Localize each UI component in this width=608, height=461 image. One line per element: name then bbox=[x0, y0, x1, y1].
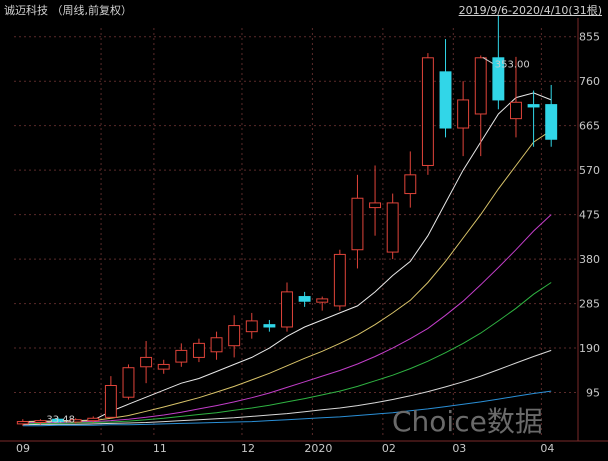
candle-up[interactable] bbox=[281, 291, 293, 328]
y-tick-label: 95 bbox=[586, 387, 600, 400]
annotation-label: 33.48 bbox=[46, 414, 75, 425]
candle-up[interactable] bbox=[245, 320, 258, 333]
y-tick-label: 380 bbox=[579, 253, 600, 266]
candle-up[interactable] bbox=[104, 385, 117, 418]
moving-average-lines bbox=[22, 92, 552, 427]
candle-up[interactable] bbox=[369, 202, 382, 209]
moving-average-line bbox=[22, 92, 552, 423]
y-tick-label: 285 bbox=[579, 298, 600, 311]
candle-down[interactable] bbox=[527, 104, 540, 108]
x-tick-label: 04 bbox=[540, 442, 554, 455]
candle-down[interactable] bbox=[545, 104, 558, 140]
date-range[interactable]: 2019/9/6-2020/4/10(31根) bbox=[459, 2, 602, 18]
candle-up[interactable] bbox=[192, 342, 205, 358]
candle-up[interactable] bbox=[140, 356, 153, 368]
candle-up[interactable] bbox=[210, 337, 223, 353]
candle-up[interactable] bbox=[457, 99, 470, 129]
candle-up[interactable] bbox=[157, 363, 170, 370]
candle-up[interactable] bbox=[175, 349, 188, 363]
candle-up[interactable] bbox=[228, 325, 241, 347]
candle-up[interactable] bbox=[316, 298, 329, 303]
chart-area: 95 190 285 380 475 570 665 760 855 09 10 11 12 2020 0… bbox=[0, 0, 608, 457]
candlestick-chart[interactable]: 95190285380475570665760855 09 10 11 12 2020 0… bbox=[0, 0, 608, 457]
y-tick-label: 475 bbox=[579, 209, 600, 222]
y-tick-label: 570 bbox=[579, 164, 600, 177]
candle-up[interactable] bbox=[122, 367, 135, 398]
candle-up[interactable] bbox=[351, 197, 364, 251]
x-axis: 09 10 11 12 2020 02 03 04 bbox=[16, 442, 554, 455]
chart-title: 诚迈科技 （周线,前复权） bbox=[4, 4, 132, 17]
candle-up[interactable] bbox=[87, 417, 100, 422]
candle-up[interactable] bbox=[474, 57, 487, 115]
y-tick-label: 760 bbox=[579, 75, 600, 88]
candle-up[interactable] bbox=[16, 421, 29, 425]
candle-up[interactable] bbox=[386, 202, 399, 253]
y-tick-label: 665 bbox=[579, 120, 600, 133]
moving-average-line bbox=[22, 129, 552, 423]
candle-up[interactable] bbox=[510, 101, 522, 120]
x-tick-label: 02 bbox=[382, 442, 396, 455]
candle-up[interactable] bbox=[421, 57, 434, 166]
annotation-label: 353.00 bbox=[495, 59, 530, 70]
candle-up[interactable] bbox=[333, 253, 346, 307]
x-tick-label: 10 bbox=[100, 442, 114, 455]
candle-up[interactable] bbox=[34, 420, 47, 423]
watermark-logo: Choice数据 bbox=[392, 405, 543, 438]
candle-down[interactable] bbox=[263, 324, 276, 328]
y-tick-label: 190 bbox=[579, 342, 600, 355]
candle-down[interactable] bbox=[298, 296, 311, 302]
x-tick-label: 09 bbox=[16, 442, 30, 455]
x-tick-label: 11 bbox=[153, 442, 167, 455]
x-tick-label: 2020 bbox=[304, 442, 332, 455]
x-tick-label: 12 bbox=[241, 442, 255, 455]
grid-lines bbox=[0, 18, 608, 442]
x-tick-label: 03 bbox=[452, 442, 466, 455]
y-tick-label: 855 bbox=[579, 31, 600, 44]
candle-down[interactable] bbox=[439, 71, 452, 129]
y-axis: 95 190 285 380 475 570 665 760 855 bbox=[579, 31, 600, 400]
candle-up[interactable] bbox=[404, 174, 417, 195]
